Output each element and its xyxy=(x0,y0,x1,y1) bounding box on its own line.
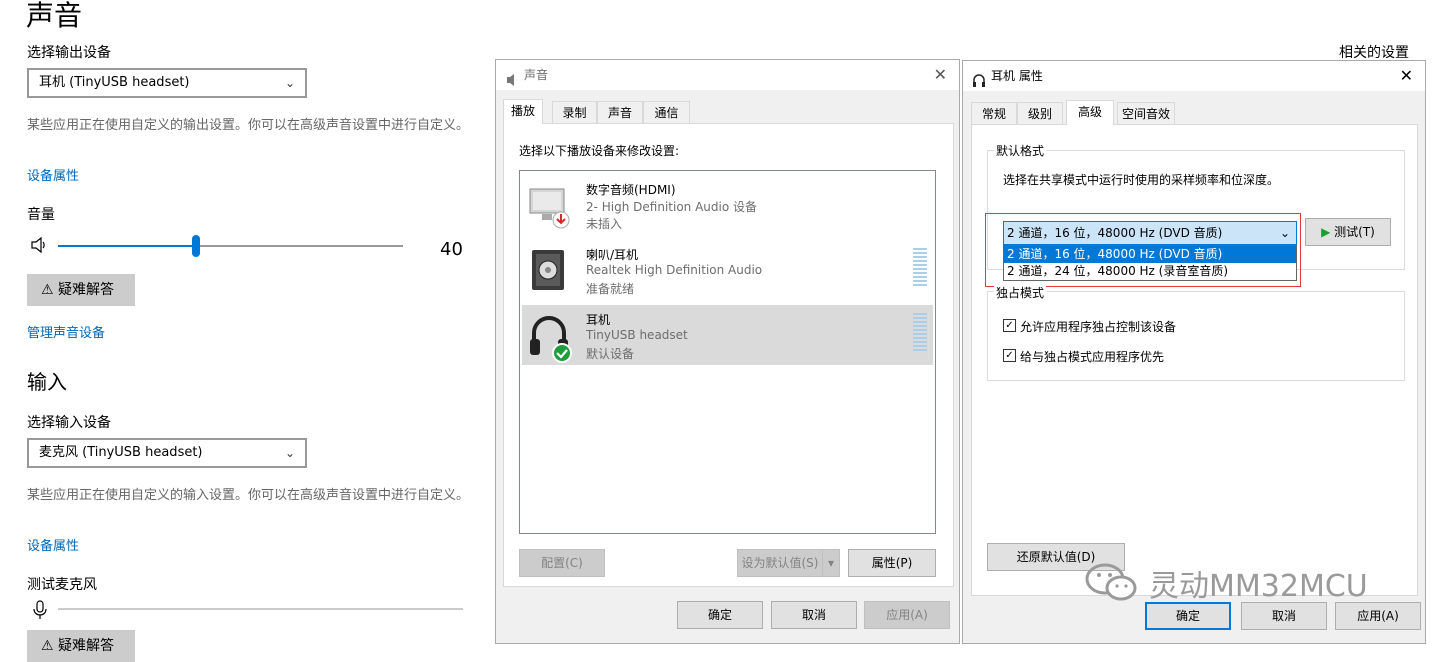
monitor-icon xyxy=(528,187,570,231)
dropdown-option-selected[interactable]: 2 通道，16 位，48000 Hz (DVD 音质) xyxy=(1004,246,1296,263)
tab-sounds[interactable]: 声音 xyxy=(597,101,643,123)
playback-device-list[interactable]: 数字音频(HDMI) 2- High Definition Audio 设备 未… xyxy=(519,170,936,534)
warning-icon: ⚠ xyxy=(41,638,54,654)
tab-communications[interactable]: 通信 xyxy=(643,101,690,123)
device-status: 准备就绪 xyxy=(586,282,635,296)
device-name: 数字音频(HDMI) xyxy=(586,183,676,197)
manage-sound-devices-link[interactable]: 管理声音设备 xyxy=(27,322,105,341)
input-device-select[interactable]: 麦克风 (TinyUSB headset) ⌄ xyxy=(27,438,307,468)
ok-button[interactable]: 确定 xyxy=(677,601,763,629)
related-settings-heading: 相关的设置 xyxy=(1339,45,1409,61)
speaker-icon[interactable] xyxy=(30,236,50,254)
configure-button[interactable]: 配置(C) xyxy=(519,549,605,577)
device-driver: Realtek High Definition Audio xyxy=(586,263,763,277)
apply-button[interactable]: 应用(A) xyxy=(1335,602,1421,630)
tab-advanced[interactable]: 高级 xyxy=(1066,100,1114,125)
ok-button[interactable]: 确定 xyxy=(1145,602,1231,630)
level-meter xyxy=(913,313,927,353)
input-device-label: 选择输入设备 xyxy=(27,415,111,431)
output-device-label: 选择输出设备 xyxy=(27,45,111,61)
device-driver: TinyUSB headset xyxy=(586,328,688,342)
output-troubleshoot-button[interactable]: ⚠ 疑难解答 xyxy=(27,274,135,306)
allow-exclusive-checkbox[interactable]: ✓ xyxy=(1003,319,1016,332)
dropdown-option[interactable]: 2 通道，24 位，48000 Hz (录音室音质) xyxy=(1004,263,1296,280)
sound-dialog-title: 声音 xyxy=(524,68,549,82)
input-troubleshoot-button[interactable]: ⚠ 疑难解答 xyxy=(27,630,135,662)
allow-exclusive-label: 允许应用程序独占控制该设备 xyxy=(1020,320,1177,334)
watermark-text: 灵动MM32MCU xyxy=(1149,569,1368,604)
exclusive-priority-checkbox[interactable]: ✓ xyxy=(1003,349,1016,362)
tab-general[interactable]: 常规 xyxy=(971,102,1017,124)
cancel-button[interactable]: 取消 xyxy=(1241,602,1327,630)
output-device-select[interactable]: 耳机 (TinyUSB headset) ⌄ xyxy=(27,68,307,98)
properties-title: 耳机 属性 xyxy=(991,69,1043,83)
set-default-dropdown[interactable]: ▾ xyxy=(822,549,840,577)
troubleshoot-label: 疑难解答 xyxy=(58,638,115,654)
sample-rate-select[interactable]: 2 通道，16 位，48000 Hz (DVD 音质) ⌄ xyxy=(1003,221,1297,245)
wechat-icon xyxy=(1083,561,1141,605)
chevron-down-icon: ⌄ xyxy=(1279,226,1290,240)
chevron-down-icon: ⌄ xyxy=(284,446,295,460)
input-custom-desc: 某些应用正在使用自定义的输入设置。你可以在高级声音设置中进行自定义。 xyxy=(27,488,470,503)
microphone-icon xyxy=(33,600,47,620)
playback-panel: 选择以下播放设备来修改设置: 数字音频(HDMI) 2- High Defini… xyxy=(503,123,954,587)
volume-value: 40 xyxy=(440,239,463,260)
sound-dialog-titlebar: 声音 ✕ xyxy=(496,60,959,90)
device-driver: 2- High Definition Audio 设备 xyxy=(586,200,758,214)
troubleshoot-label: 疑难解答 xyxy=(58,282,115,298)
warning-icon: ⚠ xyxy=(41,282,54,298)
level-meter xyxy=(913,248,927,288)
default-format-legend: 默认格式 xyxy=(994,142,1047,159)
list-item[interactable]: 数字音频(HDMI) 2- High Definition Audio 设备 未… xyxy=(522,175,933,235)
test-mic-label: 测试麦克风 xyxy=(27,577,97,593)
input-heading: 输入 xyxy=(27,370,67,394)
input-device-properties-link[interactable]: 设备属性 xyxy=(27,535,79,554)
tab-playback[interactable]: 播放 xyxy=(503,99,543,124)
headphones-icon xyxy=(528,313,572,363)
headphones-icon xyxy=(973,69,985,87)
tab-recording[interactable]: 录制 xyxy=(552,101,597,123)
sound-dialog: 声音 ✕ 播放 录制 声音 通信 选择以下播放设备来修改设置: 数字音频(HDM… xyxy=(495,59,960,644)
properties-titlebar: 耳机 属性 ✕ xyxy=(963,61,1425,91)
input-device-value: 麦克风 (TinyUSB headset) xyxy=(39,445,203,460)
volume-slider-thumb[interactable] xyxy=(192,235,200,257)
device-name: 喇叭/耳机 xyxy=(586,248,639,262)
advanced-panel: 默认格式 选择在共享模式中运行时使用的采样频率和位深度。 2 通道，16 位，4… xyxy=(971,124,1418,596)
page-title: 声音 xyxy=(26,0,83,32)
cancel-button[interactable]: 取消 xyxy=(771,601,857,629)
speaker-box-icon xyxy=(530,248,566,292)
tab-levels[interactable]: 级别 xyxy=(1017,102,1063,124)
output-device-value: 耳机 (TinyUSB headset) xyxy=(39,75,190,90)
mic-level-bar xyxy=(58,608,463,610)
properties-button[interactable]: 属性(P) xyxy=(848,549,936,577)
apply-button[interactable]: 应用(A) xyxy=(864,601,950,629)
volume-slider-fill xyxy=(58,245,196,247)
device-status: 默认设备 xyxy=(586,347,635,361)
default-format-desc: 选择在共享模式中运行时使用的采样频率和位深度。 xyxy=(1003,173,1280,187)
output-custom-desc: 某些应用正在使用自定义的输出设置。你可以在高级声音设置中进行自定义。 xyxy=(27,118,470,133)
speaker-icon xyxy=(506,68,518,86)
device-name: 耳机 xyxy=(586,313,611,327)
exclusive-mode-legend: 独占模式 xyxy=(994,284,1047,301)
headset-properties-dialog: 耳机 属性 ✕ 常规 级别 高级 空间音效 默认格式 选择在共享模式中运行时使用… xyxy=(962,60,1426,644)
list-item[interactable]: 喇叭/耳机 Realtek High Definition Audio 准备就绪 xyxy=(522,240,933,300)
close-icon[interactable]: ✕ xyxy=(934,60,947,90)
play-icon: ▶ xyxy=(1321,225,1331,239)
chevron-down-icon: ▾ xyxy=(827,556,835,570)
test-button[interactable]: ▶ 测试(T) xyxy=(1305,218,1391,246)
set-default-button[interactable]: 设为默认值(S) xyxy=(737,549,823,577)
volume-label: 音量 xyxy=(27,207,55,223)
exclusive-mode-group xyxy=(987,291,1405,381)
chevron-down-icon: ⌄ xyxy=(284,76,295,90)
test-button-label: 测试(T) xyxy=(1334,225,1375,239)
tab-spatial-sound[interactable]: 空间音效 xyxy=(1117,102,1175,124)
sample-rate-dropdown-list: 2 通道，16 位，48000 Hz (DVD 音质) 2 通道，24 位，48… xyxy=(1003,245,1297,281)
sample-rate-value: 2 通道，16 位，48000 Hz (DVD 音质) xyxy=(1007,226,1223,240)
exclusive-priority-label: 给与独占模式应用程序优先 xyxy=(1020,350,1165,364)
output-device-properties-link[interactable]: 设备属性 xyxy=(27,165,79,184)
list-item-selected[interactable]: 耳机 TinyUSB headset 默认设备 xyxy=(522,305,933,365)
close-icon[interactable]: ✕ xyxy=(1400,61,1413,91)
device-status: 未插入 xyxy=(586,217,623,231)
playback-instruction: 选择以下播放设备来修改设置: xyxy=(519,144,680,158)
